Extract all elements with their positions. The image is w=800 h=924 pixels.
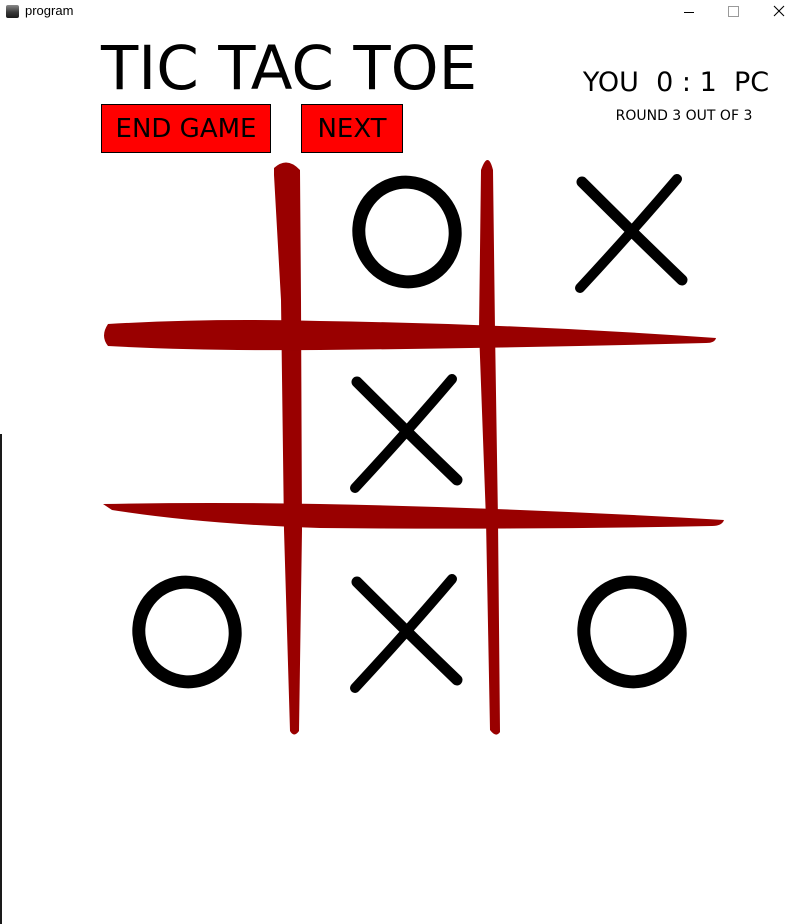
cell-0-0[interactable]	[112, 160, 282, 322]
grid-line-horizontal-top	[104, 320, 716, 351]
grid-line-horizontal-bottom	[103, 503, 724, 529]
cell-2-1[interactable]	[301, 528, 483, 728]
cell-1-2[interactable]	[495, 350, 705, 506]
game-window: program TIC TAC TOE END GAME NEXT YOU 0 …	[0, 0, 800, 924]
cell-1-0[interactable]	[112, 350, 282, 506]
game-board	[103, 160, 724, 735]
